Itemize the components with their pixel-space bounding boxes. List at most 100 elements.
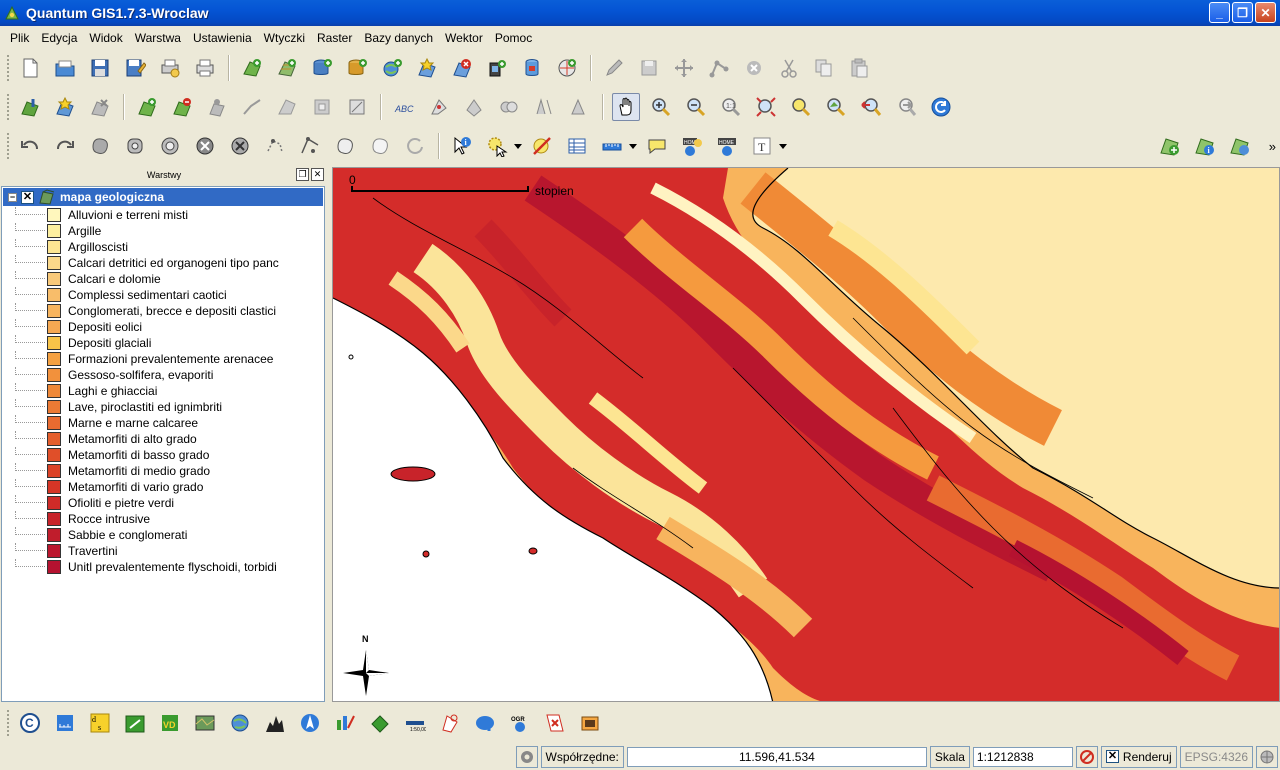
add-raster-icon[interactable] [273, 54, 301, 82]
menu-wtyczki[interactable]: Wtyczki [258, 31, 311, 45]
new-layer-icon[interactable] [413, 54, 441, 82]
close-button[interactable]: ✕ [1255, 2, 1276, 23]
toolbar-grip[interactable] [6, 54, 10, 82]
copy-icon[interactable] [810, 54, 838, 82]
north-arrow-plugin-icon[interactable] [296, 709, 324, 737]
photo-plugin-icon[interactable] [576, 709, 604, 737]
menu-raster[interactable]: Raster [311, 31, 358, 45]
menu-pomoc[interactable]: Pomoc [489, 31, 538, 45]
delete-part-icon[interactable] [226, 132, 254, 160]
globe-plugin-icon[interactable] [226, 709, 254, 737]
measure-dropdown-arrow-icon[interactable] [629, 143, 637, 149]
zoom-last-icon[interactable] [857, 93, 885, 121]
text-annotation-icon[interactable]: T [748, 132, 776, 160]
add-feature-layer-icon[interactable] [133, 93, 161, 121]
interpolation-icon[interactable]: VD [156, 709, 184, 737]
menu-plik[interactable]: Plik [4, 31, 35, 45]
select-features-icon[interactable] [483, 132, 511, 160]
save-edits-icon[interactable] [635, 54, 663, 82]
add-postgis-icon[interactable] [308, 54, 336, 82]
select-dropdown-arrow-icon[interactable] [514, 143, 522, 149]
layers-tree[interactable]: − ✕ mapa geologiczna Alluvioni e terreni… [1, 186, 325, 702]
add-wfs-icon[interactable] [483, 54, 511, 82]
node-tool-icon[interactable] [705, 54, 733, 82]
copyright-label-icon[interactable]: C [16, 709, 44, 737]
rotate-symbol-icon[interactable] [401, 132, 429, 160]
gps-tools-icon[interactable] [121, 709, 149, 737]
georeferencer-icon[interactable] [191, 709, 219, 737]
move-feature-icon[interactable] [670, 54, 698, 82]
measure-plugin-icon[interactable]: 1:50,000 [401, 709, 429, 737]
heatmap-plugin-icon[interactable] [261, 709, 289, 737]
toggle-edit-icon[interactable] [600, 54, 628, 82]
add-wms-icon[interactable] [378, 54, 406, 82]
simplify-icon[interactable] [86, 132, 114, 160]
merge-feature-icon[interactable] [495, 93, 523, 121]
annotation-dropdown-arrow-icon[interactable] [779, 143, 787, 149]
refresh-icon[interactable] [927, 93, 955, 121]
print-composer-icon[interactable] [156, 54, 184, 82]
add-part-icon[interactable] [156, 132, 184, 160]
crs-settings-icon[interactable] [1256, 745, 1278, 768]
zoom-selection-icon[interactable] [787, 93, 815, 121]
measure-line-icon[interactable] [598, 132, 626, 160]
zoom-layer-icon[interactable] [822, 93, 850, 121]
add-sql-icon[interactable] [518, 54, 546, 82]
attribute-table-icon[interactable] [563, 132, 591, 160]
panel-close-button[interactable]: ✕ [311, 168, 324, 181]
show-bookmarks-icon[interactable]: HOME [713, 132, 741, 160]
new-bookmark-icon[interactable]: HOME [678, 132, 706, 160]
map-tips-icon[interactable] [643, 132, 671, 160]
layer-style-icon[interactable] [16, 93, 44, 121]
simplify-feature-icon[interactable] [425, 93, 453, 121]
menu-warstwa[interactable]: Warstwa [129, 31, 187, 45]
menu-ustawienia[interactable]: Ustawienia [187, 31, 258, 45]
road-graph-icon[interactable] [366, 709, 394, 737]
crs-status[interactable]: EPSG:4326 [1179, 745, 1253, 768]
zoom-full-icon[interactable] [752, 93, 780, 121]
minimize-button[interactable]: _ [1209, 2, 1230, 23]
maximize-button[interactable]: ❐ [1232, 2, 1253, 23]
layer-web-icon[interactable] [1226, 132, 1254, 160]
label-tool-icon[interactable]: ABC [390, 93, 418, 121]
panel-float-button[interactable]: ❐ [296, 168, 309, 181]
render-toggle[interactable]: ✕ Renderuj [1100, 745, 1177, 768]
pan-icon[interactable] [612, 93, 640, 121]
menu-widok[interactable]: Widok [83, 31, 128, 45]
delete-ring-icon[interactable] [191, 132, 219, 160]
add-line-icon[interactable] [238, 93, 266, 121]
coords-field[interactable]: 11.596,41.534 [626, 746, 927, 767]
add-ring-tool-icon[interactable] [121, 132, 149, 160]
remove-vector-icon[interactable] [86, 93, 114, 121]
ogr-converter-icon[interactable]: OGR [506, 709, 534, 737]
print-icon[interactable] [191, 54, 219, 82]
split-feature-icon[interactable] [460, 93, 488, 121]
geology-map[interactable] [333, 168, 1280, 702]
topology-checker-icon[interactable] [436, 709, 464, 737]
elephant-plugin-icon[interactable] [471, 709, 499, 737]
save-project-icon[interactable] [86, 54, 114, 82]
zoom-in-icon[interactable] [647, 93, 675, 121]
cut-icon[interactable] [775, 54, 803, 82]
add-ring-icon[interactable] [308, 93, 336, 121]
zoom-next-icon[interactable] [892, 93, 920, 121]
collapse-icon[interactable]: − [8, 192, 17, 202]
scale-field[interactable]: 1:1212838 [972, 746, 1073, 767]
remove-layer-icon[interactable] [448, 54, 476, 82]
split-features-icon[interactable] [296, 132, 324, 160]
layer-item-mapa-geologiczna[interactable]: − ✕ mapa geologiczna [3, 188, 323, 206]
reshape-icon[interactable] [261, 132, 289, 160]
delete-selected-icon[interactable] [740, 54, 768, 82]
deselect-all-icon[interactable] [528, 132, 556, 160]
toolbar-grip[interactable] [6, 93, 10, 121]
add-feature-plugin-icon[interactable] [1156, 132, 1184, 160]
add-spatialite-icon[interactable] [343, 54, 371, 82]
progress-icon[interactable] [515, 745, 538, 768]
layer-info-icon[interactable]: i [1191, 132, 1219, 160]
map-canvas[interactable]: 0 stopien N [332, 167, 1280, 702]
undo-icon[interactable] [16, 132, 44, 160]
zoom-out-icon[interactable] [682, 93, 710, 121]
toolbar-grip[interactable] [6, 132, 10, 160]
offset-curve-icon[interactable] [565, 93, 593, 121]
add-vector-icon[interactable] [238, 54, 266, 82]
